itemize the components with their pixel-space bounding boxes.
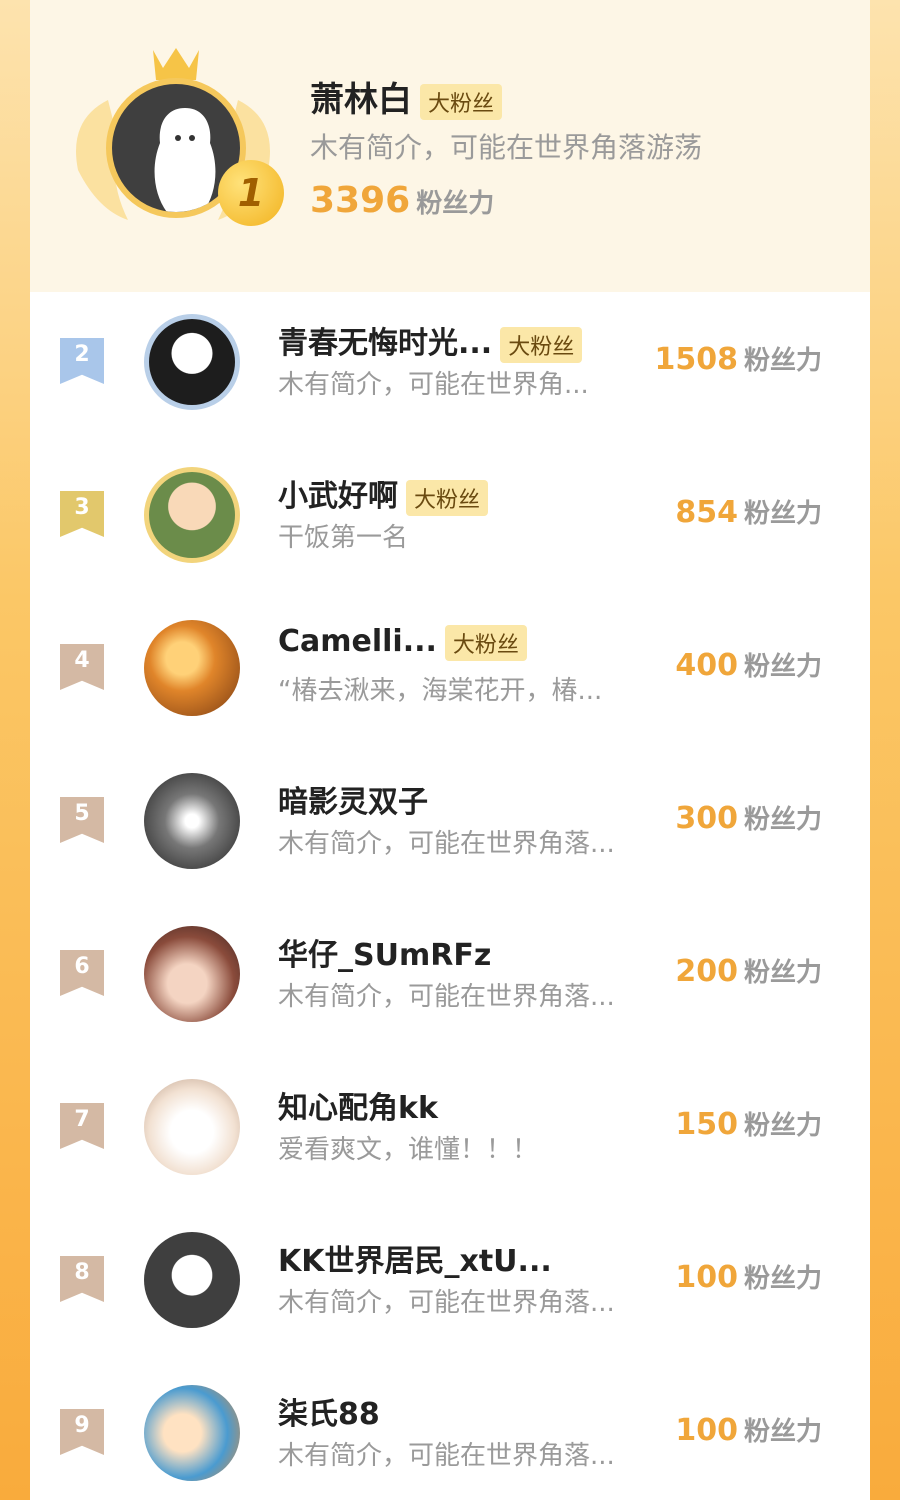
rank-1-badge: 1: [218, 160, 284, 226]
fan-intro: 木有简介，可能在世界角落...: [278, 1441, 615, 1471]
fan-name-text: 知心配角kk: [278, 1091, 438, 1126]
fan-score: 150 粉丝力: [675, 1105, 822, 1142]
fan-intro: 爱看爽文，谁懂！！！: [278, 1135, 539, 1165]
score-unit: 粉丝力: [743, 1111, 822, 1141]
avatar[interactable]: [144, 926, 240, 1022]
fan-intro: 木有简介，可能在世界角落...: [278, 1288, 615, 1318]
fan-name-text: 青春无悔时光...: [278, 326, 493, 361]
avatar[interactable]: [144, 1232, 240, 1328]
fan-name-text: 柒氏88: [278, 1397, 380, 1432]
fan-name: 萧林白: [310, 80, 412, 120]
score-unit: 粉丝力: [743, 1264, 822, 1294]
top-fan-score: 3396 粉丝力: [310, 180, 494, 221]
score-unit: 粉丝力: [743, 346, 822, 376]
fan-ranking-panel: 1 萧林白 大粉丝 木有简介，可能在世界角落游荡 3396 粉丝力 2 青春无悔时光.…: [30, 0, 870, 1500]
fan-score: 200 粉丝力: [675, 952, 822, 989]
fan-name: Camelli... 大粉丝: [278, 624, 527, 661]
fan-name-text: Camelli...: [278, 624, 437, 659]
rank-badge: 4: [60, 644, 104, 690]
list-item[interactable]: 6 华仔_SUmRFz 木有简介，可能在世界角落... 200 粉丝力: [30, 904, 870, 1057]
avatar[interactable]: [144, 1079, 240, 1175]
rank-badge: 6: [60, 950, 104, 996]
list-item[interactable]: 8 KK世界居民_xtU... 木有简介，可能在世界角落... 100 粉丝力: [30, 1210, 870, 1363]
avatar[interactable]: [144, 467, 240, 563]
fan-intro: 干饭第一名: [278, 523, 409, 553]
rank-badge: 7: [60, 1103, 104, 1149]
rank-badge: 3: [60, 491, 104, 537]
list-item[interactable]: 5 暗影灵双子木有简介，可能在世界角落... 300 粉丝力: [30, 751, 870, 904]
fan-name-text: 华仔_SUmRFz: [278, 938, 492, 973]
rank-badge: 9: [60, 1409, 104, 1455]
avatar[interactable]: [144, 773, 240, 869]
big-fan-tag: 大粉丝: [420, 83, 503, 120]
score-value: 400: [675, 648, 738, 683]
fan-score: 1508 粉丝力: [654, 340, 822, 377]
fan-intro: 木有简介，可能在世界角落...: [278, 982, 615, 1012]
avatar[interactable]: [144, 620, 240, 716]
avatar[interactable]: [144, 1385, 240, 1481]
rank-badge: 8: [60, 1256, 104, 1302]
fan-intro: 木有简介，可能在世界角落...: [278, 829, 615, 859]
score-unit: 粉丝力: [743, 958, 822, 988]
fan-name: 青春无悔时光... 大粉丝: [278, 318, 583, 363]
fan-name: 知心配角kk: [278, 1083, 438, 1127]
rank-badge: 2: [60, 338, 104, 384]
score-unit: 粉丝力: [743, 805, 822, 835]
score-value: 150: [675, 1107, 738, 1142]
default-avatar-icon: [154, 108, 216, 212]
fan-name-text: 暗影灵双子: [278, 785, 428, 820]
score-unit: 粉丝力: [416, 189, 495, 219]
fan-name: KK世界居民_xtU...: [278, 1236, 552, 1280]
fan-name: 柒氏88: [278, 1389, 380, 1433]
list-item[interactable]: 4 Camelli... 大粉丝 “椿去湫来，海棠花开，椿... 400 粉丝力: [30, 598, 870, 751]
score-unit: 粉丝力: [743, 652, 822, 682]
fan-score: 854 粉丝力: [675, 493, 822, 530]
big-fan-tag: 大粉丝: [444, 624, 527, 661]
fan-name: 暗影灵双子: [278, 777, 428, 821]
list-item[interactable]: 3 小武好啊 大粉丝干饭第一名 854 粉丝力: [30, 445, 870, 598]
big-fan-tag: 大粉丝: [500, 326, 583, 363]
top-avatar-frame: 1: [68, 40, 284, 240]
fan-score: 300 粉丝力: [675, 799, 822, 836]
score-unit: 粉丝力: [743, 499, 822, 529]
list-item[interactable]: 2 青春无悔时光... 大粉丝木有简介，可能在世界角... 1508 粉丝力: [30, 292, 870, 445]
score-value: 100: [675, 1260, 738, 1295]
rank-badge: 5: [60, 797, 104, 843]
score-value: 200: [675, 954, 738, 989]
top-fan-name: 萧林白 大粉丝: [310, 72, 503, 121]
fan-score: 100 粉丝力: [675, 1411, 822, 1448]
score-value: 854: [675, 495, 738, 530]
fan-score: 100 粉丝力: [675, 1258, 822, 1295]
score-value: 3396: [310, 180, 411, 221]
fan-name-text: 小武好啊: [278, 479, 398, 514]
fan-intro: “椿去湫来，海棠花开，椿...: [278, 676, 603, 706]
avatar[interactable]: [144, 314, 240, 410]
big-fan-tag: 大粉丝: [406, 479, 489, 516]
score-value: 1508: [654, 342, 738, 377]
list-item[interactable]: 7 知心配角kk 爱看爽文，谁懂！！！ 150 粉丝力: [30, 1057, 870, 1210]
score-unit: 粉丝力: [743, 1417, 822, 1447]
score-value: 300: [675, 801, 738, 836]
fan-name: 华仔_SUmRFz: [278, 930, 491, 974]
top-fan-card[interactable]: 1 萧林白 大粉丝 木有简介，可能在世界角落游荡 3396 粉丝力: [30, 0, 870, 292]
fan-name: 小武好啊 大粉丝: [278, 471, 489, 516]
fan-score: 400 粉丝力: [675, 646, 822, 683]
fan-intro: 木有简介，可能在世界角...: [278, 370, 589, 400]
list-item[interactable]: 9 柒氏88 木有简介，可能在世界角落... 100 粉丝力: [30, 1363, 870, 1500]
fan-name-text: KK世界居民_xtU...: [278, 1244, 552, 1279]
score-value: 100: [675, 1413, 738, 1448]
top-fan-intro: 木有简介，可能在世界角落游荡: [310, 131, 703, 164]
